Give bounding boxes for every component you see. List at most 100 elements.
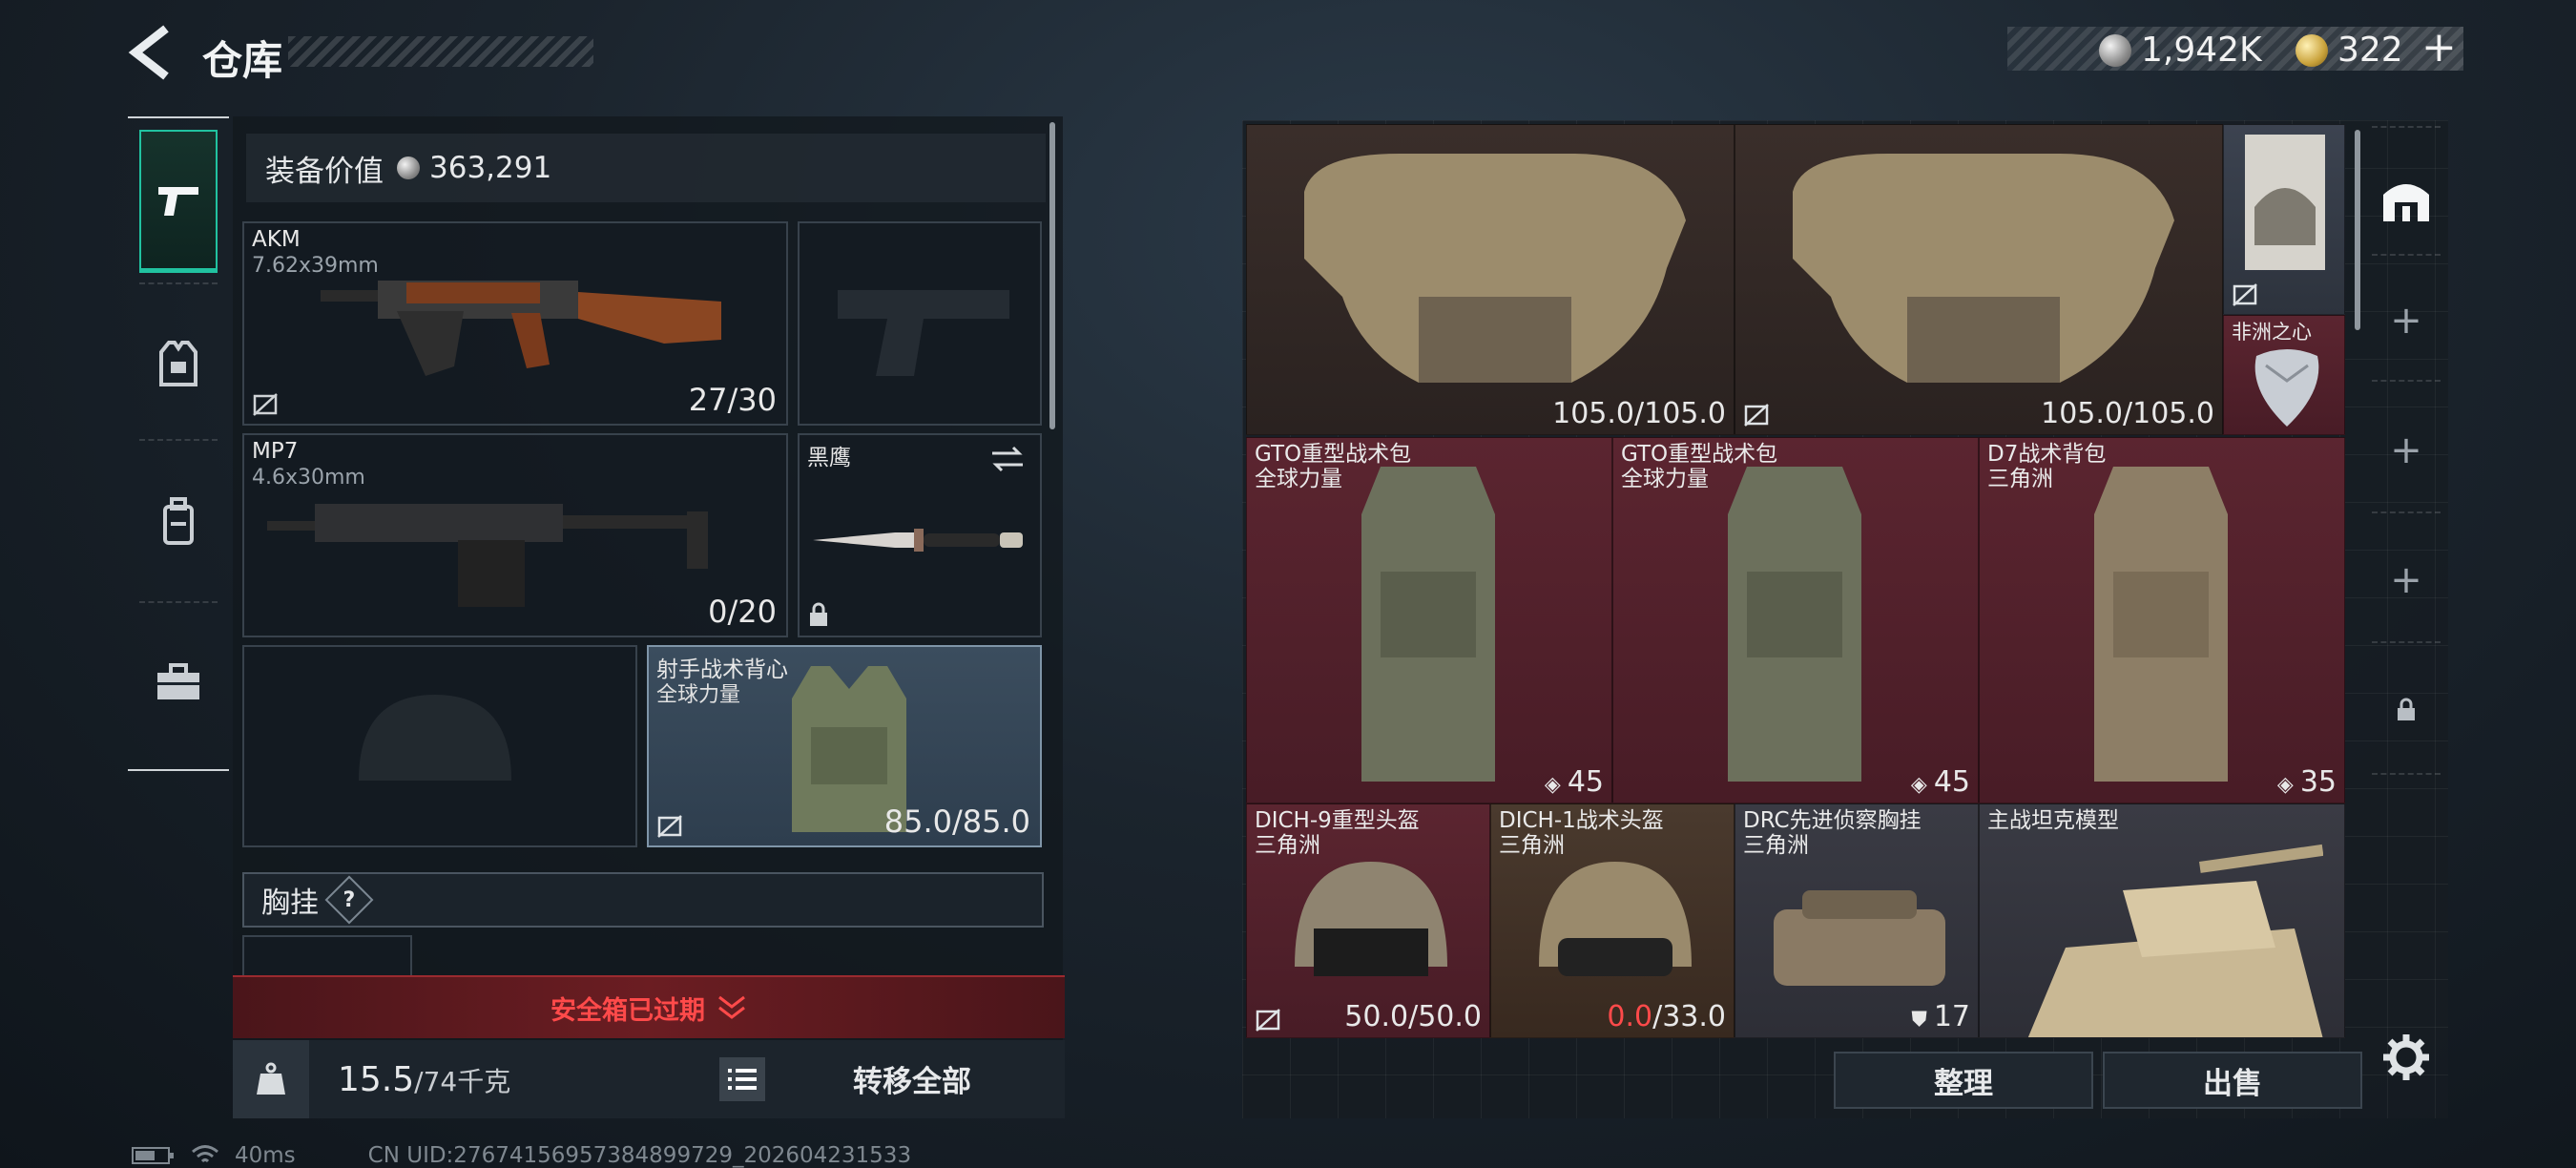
item-capacity: ⛊ 17 [1911, 1000, 1970, 1033]
tab-locked[interactable] [2364, 672, 2448, 748]
safebox-warning-text: 安全箱已过期 [551, 995, 705, 1026]
tab-add-2[interactable]: + [2364, 412, 2448, 489]
backpack-image [2094, 467, 2228, 782]
category-weapons[interactable] [139, 130, 218, 273]
category-backpack[interactable] [139, 450, 218, 594]
back-arrow-icon [128, 25, 169, 80]
diamond-image [2254, 349, 2319, 427]
armor-vest-slot[interactable]: 射手战术背心 全球力量 85.0/85.0 [647, 645, 1042, 847]
no-drop-icon [253, 393, 278, 416]
tab-add-1[interactable]: + [2364, 282, 2448, 359]
storage-item-dich9-helmet[interactable]: DICH-9重型头盔 三角洲 50.0/50.0 [1246, 803, 1490, 1038]
vest-durability: 85.0/85.0 [883, 803, 1030, 840]
item-durability: 0.0/33.0 [1607, 1000, 1726, 1033]
storage-item-gto-backpack[interactable]: GTO重型战术包 全球力量 ◈ 45 [1612, 437, 1979, 803]
tab-warehouse[interactable] [2364, 160, 2448, 237]
page-title: 仓库 [202, 37, 283, 84]
chest-rig-label: 胸挂 [261, 886, 319, 920]
no-drop-icon [1256, 1009, 1280, 1032]
item-name: DICH-1战术头盔 三角洲 [1499, 808, 1664, 858]
primary-weapon-ammo-count: 27/30 [688, 382, 777, 418]
battery-icon [132, 1147, 174, 1164]
item-durability: 50.0/50.0 [1344, 1000, 1482, 1033]
list-view-button[interactable] [719, 1057, 765, 1101]
primary-weapon-slot[interactable]: AKM 7.62x39mm 27/30 [242, 221, 788, 426]
storage-item-body-armor[interactable]: 105.0/105.0 [1246, 124, 1735, 435]
currency-silver[interactable]: 1,942K [2099, 31, 2262, 70]
painting-image [2245, 135, 2325, 270]
carry-weight: 15.5/74千克 [338, 1060, 510, 1099]
silver-coin-icon [397, 156, 420, 179]
tab-separator [2372, 254, 2441, 256]
item-capacity: ◈ 45 [1910, 765, 1970, 799]
capacity-bar: 15.5/74千克 转移全部 [233, 1040, 1065, 1118]
tab-separator [2372, 380, 2441, 382]
helmet-image [1295, 862, 1447, 976]
list-icon [728, 1069, 757, 1090]
no-drop-icon [2233, 283, 2257, 306]
briefcase-icon [157, 663, 199, 699]
equipment-scrollbar[interactable] [1049, 122, 1055, 429]
wifi-icon [192, 1145, 218, 1163]
item-name: 主战坦克模型 [1987, 808, 2119, 833]
pistol-slot[interactable] [798, 221, 1042, 426]
secondary-weapon-name: MP7 [252, 439, 299, 464]
helmet-slot[interactable] [242, 645, 637, 847]
storage-item-heart-of-africa[interactable]: 非洲之心 [2223, 315, 2345, 435]
warehouse-icon [2383, 184, 2429, 221]
weight-capacity: /74千克 [414, 1065, 511, 1097]
chest-rig-slot[interactable] [242, 935, 412, 977]
weight-current: 15.5 [338, 1059, 415, 1099]
category-separator [139, 601, 218, 603]
no-drop-icon [1744, 404, 1769, 427]
knife-image [813, 529, 1023, 552]
storage-item-tank-model[interactable]: 主战坦克模型 [1979, 803, 2345, 1038]
capacity-icon: ◈ [1544, 773, 1568, 797]
currency-gold[interactable]: 322 [2296, 31, 2403, 70]
category-separator [139, 439, 218, 441]
melee-slot[interactable]: 黑鹰 [798, 433, 1042, 637]
swap-icon[interactable] [988, 445, 1027, 473]
add-currency-button[interactable]: + [2421, 23, 2457, 72]
vest-icon [159, 341, 197, 386]
chest-rig-image [1774, 890, 1945, 986]
storage-tabs: + + + [2364, 120, 2448, 779]
category-armor[interactable] [139, 292, 218, 435]
item-capacity: ◈ 35 [2276, 765, 2337, 799]
category-supplies[interactable] [139, 611, 218, 754]
backpack-image [1728, 467, 1861, 782]
sort-button[interactable]: 整理 [1834, 1052, 2093, 1109]
item-name: DICH-9重型头盔 三角洲 [1255, 808, 1420, 858]
backpack-image [1361, 467, 1495, 782]
storage-item-body-armor[interactable]: 105.0/105.0 [1735, 124, 2223, 435]
storage-item-gto-backpack[interactable]: GTO重型战术包 全球力量 ◈ 45 [1246, 437, 1612, 803]
storage-scrollbar[interactable] [2355, 130, 2360, 330]
secondary-weapon-slot[interactable]: MP7 4.6x30mm 0/20 [242, 433, 788, 637]
storage-item-d7-backpack[interactable]: D7战术背包 三角洲 ◈ 35 [1979, 437, 2345, 803]
no-drop-icon [657, 815, 682, 838]
help-icon[interactable]: ? [324, 875, 374, 925]
sell-button[interactable]: 出售 [2103, 1052, 2362, 1109]
tab-add-3[interactable]: + [2364, 542, 2448, 618]
safebox-expired-bar[interactable]: 安全箱已过期 [233, 975, 1065, 1038]
storage-item-drc-chest-rig[interactable]: DRC先进侦察胸挂 三角洲 ⛊ 17 [1735, 803, 1979, 1038]
body-armor-image [1304, 154, 1686, 383]
equipment-value-label: 装备价值 [265, 154, 384, 189]
tab-separator [2372, 773, 2441, 775]
back-button[interactable] [128, 25, 176, 80]
equipment-value: 363,291 [429, 151, 552, 185]
helmet-image [1539, 862, 1692, 976]
capacity-icon: ◈ [1910, 773, 1934, 797]
pistol-silhouette-icon [838, 290, 1009, 376]
settings-button[interactable] [2381, 1032, 2431, 1082]
mp7-smg-image [267, 504, 708, 607]
transfer-all-button[interactable]: 转移全部 [853, 1057, 971, 1100]
capacity-icon: ◈ [2276, 773, 2300, 797]
item-name: DRC先进侦察胸挂 三角洲 [1743, 808, 1922, 858]
item-name: 非洲之心 [2232, 321, 2312, 344]
category-top-line [128, 116, 229, 118]
primary-weapon-ammo: 7.62x39mm [252, 254, 379, 278]
user-uid: CN UID:276741569573848997​29_20260423153… [367, 1143, 912, 1168]
storage-item-dich1-helmet[interactable]: DICH-1战术头盔 三角洲 0.0/33.0 [1490, 803, 1735, 1038]
storage-item-painting[interactable] [2223, 124, 2345, 315]
